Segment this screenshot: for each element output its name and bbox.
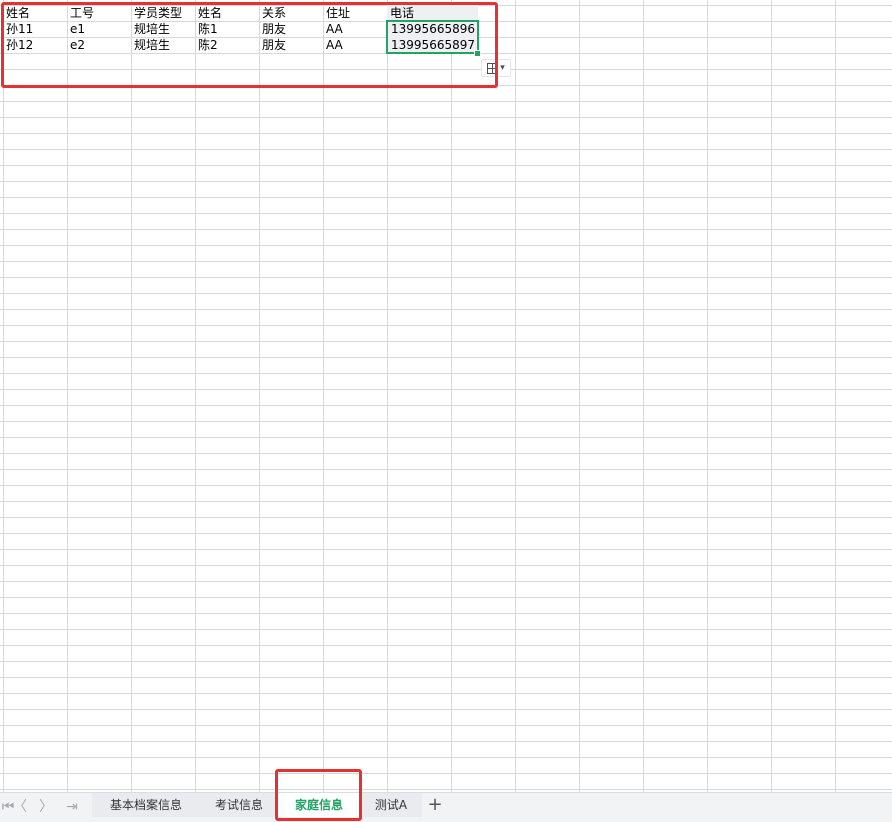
sheet-tab-bar: ⏮ 〈 〉 ⇥ 基本档案信息 考试信息 家庭信息 测试A + xyxy=(0,769,892,822)
last-sheet-icon[interactable]: ⇥ xyxy=(62,797,82,817)
tab-exam-info[interactable]: 考试信息 xyxy=(200,793,278,817)
tab-test-a[interactable]: 测试A xyxy=(360,793,422,817)
next-sheet-icon[interactable]: 〉 xyxy=(36,797,56,817)
spreadsheet-grid[interactable]: 姓名 工号 学员类型 姓名 关系 住址 电话 孙11 e1 规培生 陈1 朋友 … xyxy=(0,0,892,792)
prev-sheet-icon[interactable]: 〈 xyxy=(10,797,30,817)
add-sheet-button[interactable]: + xyxy=(427,795,443,815)
annotation-highlight-data xyxy=(1,2,498,88)
chevron-down-icon: ▾ xyxy=(500,63,505,73)
annotation-highlight-tab xyxy=(275,769,362,821)
tab-basic-info[interactable]: 基本档案信息 xyxy=(92,793,200,817)
